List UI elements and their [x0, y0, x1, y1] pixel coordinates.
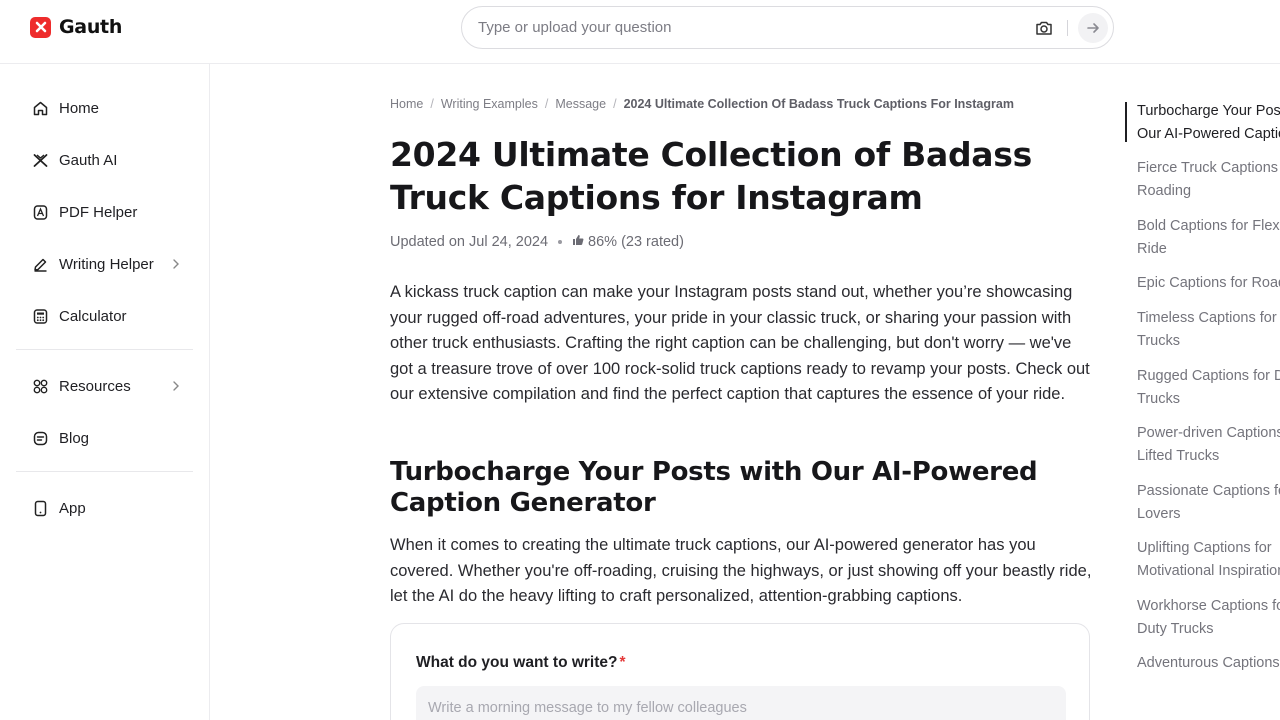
section-paragraph: When it comes to creating the ultimate t…: [390, 536, 1092, 605]
breadcrumb-separator: /: [613, 97, 617, 111]
updated-date: Updated on Jul 24, 2024: [390, 234, 549, 250]
sidebar-item-label: Blog: [59, 429, 90, 447]
rating-text: 86% (23 rated): [588, 234, 684, 250]
meta-separator-dot: [558, 240, 563, 244]
breadcrumb-separator: /: [544, 97, 549, 111]
generator-prompt-label: What do you want to write? *: [416, 654, 626, 672]
gauth-logo-icon: [30, 16, 51, 38]
sidebar: Home Gauth AI PDF Helper Writing Helper …: [0, 64, 210, 720]
sidebar-item-label: Gauth AI: [59, 151, 118, 169]
submit-arrow-button[interactable]: [1078, 13, 1108, 43]
toc-item[interactable]: Power-driven Captions for Lifted Trucks: [1137, 422, 1280, 467]
sidebar-item-blog[interactable]: Blog: [16, 418, 194, 458]
sidebar-item-writing-helper[interactable]: Writing Helper: [16, 244, 194, 284]
chevron-right-icon: [170, 257, 182, 271]
thumbs-up-icon[interactable]: [572, 234, 584, 250]
table-of-contents: Turbocharge Your Posts with Our AI-Power…: [1125, 100, 1280, 700]
breadcrumb-home-link[interactable]: Home: [390, 97, 423, 111]
sidebar-item-label: App: [59, 499, 86, 517]
logo-text: Gauth: [59, 16, 123, 38]
generator-input[interactable]: [416, 686, 1066, 720]
toc-item[interactable]: Adventurous Captions for: [1137, 652, 1280, 675]
home-icon: [32, 100, 49, 117]
arrow-right-icon: [1087, 23, 1099, 33]
sidebar-item-resources[interactable]: Resources: [16, 366, 194, 406]
search-bar: [461, 6, 1114, 49]
calculator-icon: [32, 308, 49, 325]
article-meta: Updated on Jul 24, 2024 86% (23 rated): [390, 234, 684, 250]
phone-icon: [32, 500, 49, 517]
grid-icon: [32, 378, 49, 395]
chevron-right-icon: [170, 379, 182, 393]
caption-generator-card: What do you want to write? *: [390, 623, 1090, 720]
sidebar-item-gauth-ai[interactable]: Gauth AI: [16, 140, 194, 180]
breadcrumb-writing-examples-link[interactable]: Writing Examples: [441, 97, 538, 111]
sidebar-item-label: Home: [59, 99, 100, 117]
toc-item[interactable]: Workhorse Captions for Heavy Duty Trucks: [1137, 595, 1280, 640]
sidebar-divider: [16, 471, 193, 472]
breadcrumb-current: 2024 Ultimate Collection Of Badass Truck…: [623, 97, 1014, 111]
generator-label-text: What do you want to write?: [416, 654, 618, 671]
sidebar-item-label: Resources: [59, 377, 131, 395]
breadcrumb: Home / Writing Examples / Message / 2024…: [390, 97, 1014, 111]
blog-icon: [32, 430, 49, 447]
toc-active-indicator: [1125, 102, 1127, 142]
toc-item[interactable]: Timeless Captions for Classic Trucks: [1137, 307, 1280, 352]
sidebar-item-pdf-helper[interactable]: PDF Helper: [16, 192, 194, 232]
breadcrumb-separator: /: [430, 97, 434, 111]
sidebar-item-label: Calculator: [59, 307, 127, 325]
sidebar-item-calculator[interactable]: Calculator: [16, 296, 194, 336]
sidebar-item-home[interactable]: Home: [16, 88, 194, 128]
gauth-logo[interactable]: Gauth: [30, 16, 122, 38]
toc-item[interactable]: Fierce Truck Captions for Off- Roading: [1137, 157, 1280, 202]
breadcrumb-message-link[interactable]: Message: [555, 97, 606, 111]
pdf-icon: [32, 204, 49, 221]
gauth-ai-icon: [32, 152, 49, 169]
sidebar-item-label: PDF Helper: [59, 203, 138, 221]
top-header: Gauth: [0, 0, 1280, 64]
toc-item[interactable]: Passionate Captions for Truck Lovers: [1137, 480, 1280, 525]
toc-item[interactable]: Bold Captions for Flexing Your Ride: [1137, 215, 1280, 260]
page-title: 2024 Ultimate Collection of Badass Truck…: [390, 135, 1032, 217]
camera-icon[interactable]: [1034, 18, 1054, 38]
search-divider: [1067, 20, 1068, 36]
sidebar-item-label: Writing Helper: [59, 255, 154, 273]
search-input[interactable]: [478, 7, 1018, 48]
toc-item[interactable]: Epic Captions for Road Trips: [1137, 272, 1280, 295]
intro-paragraph: A kickass truck caption can make your In…: [390, 283, 1090, 403]
toc-item[interactable]: Turbocharge Your Posts with Our AI-Power…: [1137, 100, 1280, 145]
sidebar-divider: [16, 349, 193, 350]
pen-icon: [32, 256, 49, 273]
section-heading: Turbocharge Your Posts with Our AI-Power…: [390, 457, 1038, 518]
sidebar-item-app[interactable]: App: [16, 488, 194, 528]
toc-item[interactable]: Uplifting Captions for Motivational Insp…: [1137, 537, 1280, 582]
toc-item[interactable]: Rugged Captions for Diesel Trucks: [1137, 365, 1280, 410]
required-asterisk: *: [619, 654, 626, 671]
